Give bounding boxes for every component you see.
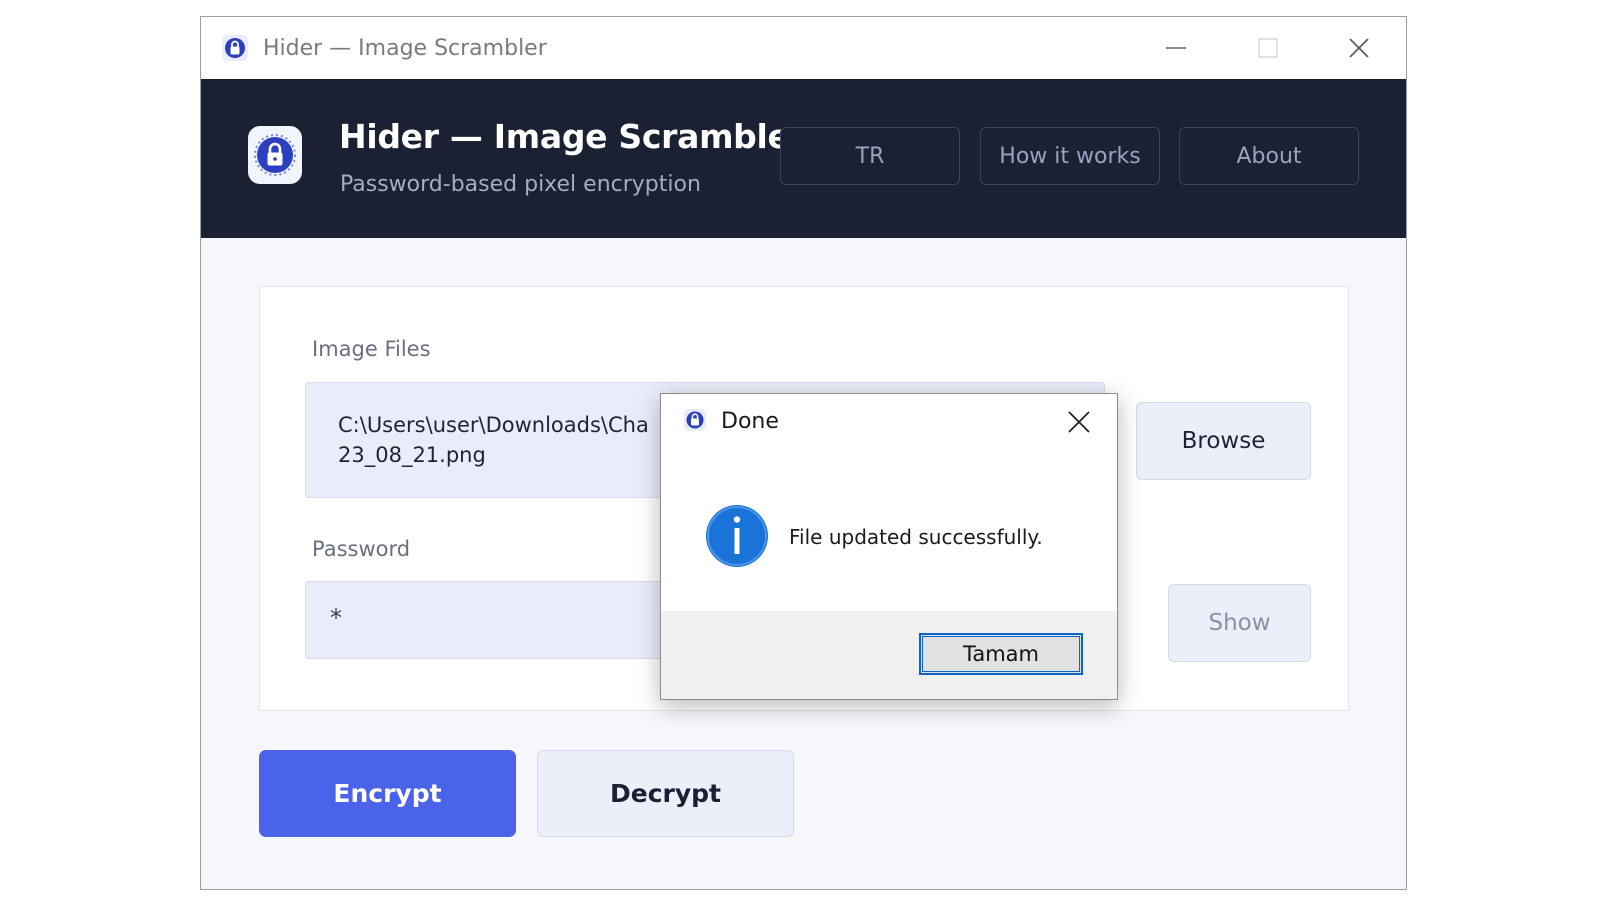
ok-button[interactable]: Tamam	[919, 633, 1083, 675]
maximize-button[interactable]	[1223, 17, 1313, 79]
header-subtitle: Password-based pixel encryption	[340, 172, 701, 197]
password-label: Password	[312, 537, 411, 561]
dialog-footer: Tamam	[661, 611, 1117, 699]
window-title: Hider — Image Scrambler	[263, 35, 547, 61]
lock-app-icon	[222, 35, 248, 61]
dialog-message: File updated successfully.	[789, 525, 1043, 549]
app-logo	[248, 126, 302, 184]
app-header: Hider — Image Scrambler Password-based p…	[201, 79, 1406, 238]
encrypt-button[interactable]: Encrypt	[259, 750, 516, 837]
lock-app-icon	[684, 409, 706, 431]
image-files-label: Image Files	[312, 337, 431, 361]
close-icon	[1349, 38, 1369, 58]
decrypt-button[interactable]: Decrypt	[537, 750, 794, 837]
done-dialog: Done File updated successfully. Tamam	[660, 393, 1118, 700]
lock-logo-icon	[254, 134, 296, 176]
close-window-button[interactable]	[1314, 17, 1404, 79]
browse-button[interactable]: Browse	[1136, 402, 1311, 480]
title-bar: Hider — Image Scrambler	[201, 17, 1406, 79]
dialog-title: Done	[721, 409, 779, 434]
minimize-icon	[1166, 47, 1186, 49]
about-button[interactable]: About	[1179, 127, 1359, 185]
close-icon	[1068, 411, 1090, 433]
maximize-icon	[1258, 38, 1278, 58]
language-button[interactable]: TR	[780, 127, 960, 185]
dialog-close-button[interactable]	[1063, 406, 1095, 438]
show-password-button[interactable]: Show	[1168, 584, 1311, 662]
info-icon	[706, 505, 768, 567]
how-it-works-button[interactable]: How it works	[980, 127, 1160, 185]
minimize-button[interactable]	[1131, 17, 1221, 79]
header-title: Hider — Image Scrambler	[339, 117, 806, 156]
